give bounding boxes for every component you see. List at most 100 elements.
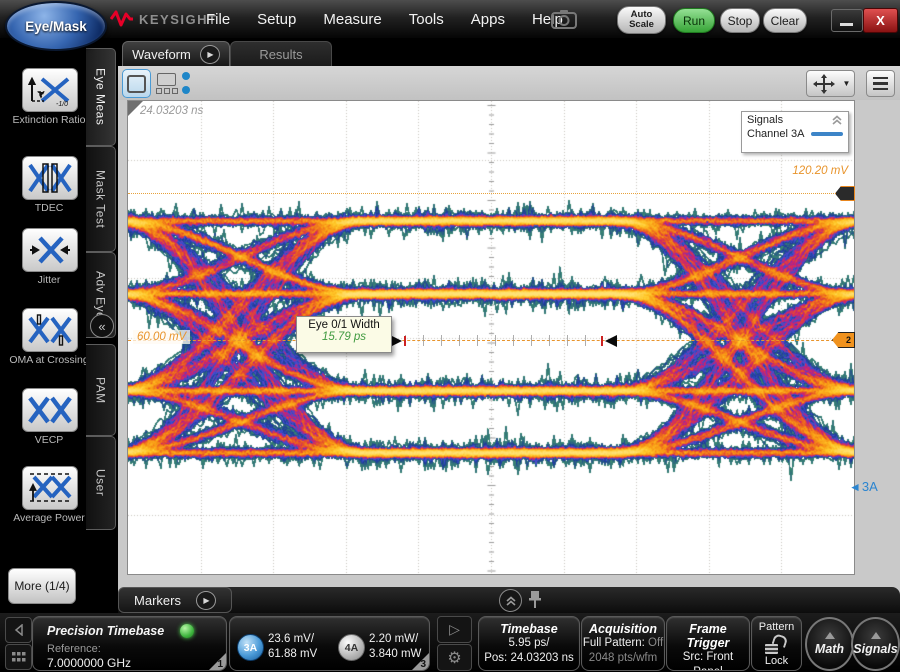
single-display-button[interactable] [122, 69, 151, 98]
stop-button[interactable]: Stop [720, 8, 760, 33]
tdec-label: TDEC [0, 202, 98, 214]
multi-display-button[interactable] [152, 69, 181, 98]
legend-collapse-icon[interactable] [831, 115, 843, 125]
sidebar-collapse-icon[interactable]: « [90, 314, 114, 338]
average-power-label: Average Power [0, 512, 98, 524]
precision-timebase-panel[interactable]: Precision Timebase Reference: 7.0000000 … [32, 616, 227, 671]
channel-scales-panel[interactable]: 3A 23.6 mV/ 61.88 mV 4A 2.20 mW/ 3.840 m… [229, 616, 430, 671]
channel-3a-badge[interactable]: 3A [237, 634, 264, 661]
signals-legend[interactable]: Signals Channel 3A [741, 111, 849, 153]
channel-ref-label: 3A [862, 479, 878, 494]
title-bar: KEYSIGHT File Setup Measure Tools Apps H… [0, 0, 900, 38]
minimize-icon [840, 23, 853, 26]
menu-setup[interactable]: Setup [257, 11, 296, 28]
menu-tools[interactable]: Tools [409, 11, 444, 28]
clear-button[interactable]: Clear [763, 8, 807, 33]
tab-mask-test[interactable]: Mask Test [86, 146, 116, 252]
run-button[interactable]: Run [673, 8, 715, 33]
signals-label: Signals [853, 642, 897, 656]
frame-trigger-source: Src: Front Panel [667, 650, 749, 671]
timebase-panel[interactable]: Timebase 5.95 ps/ Pos: 24.03203 ns [478, 616, 580, 671]
display-toolbar: ▼ [118, 66, 900, 100]
jitter-button[interactable] [22, 228, 78, 272]
acquisition-points: 2048 pts/wfm [582, 651, 664, 666]
math-label: Math [815, 642, 844, 656]
jitter-icon [28, 233, 72, 267]
markers-tab-label: Markers [134, 593, 181, 608]
markers-bar: Markers ▶ [118, 587, 900, 613]
acquisition-panel[interactable]: Acquisition Full Pattern: Off 2048 pts/w… [581, 616, 665, 671]
pan-tool-button[interactable] [806, 70, 841, 97]
toolbar-drag-handle[interactable] [182, 72, 190, 94]
waveform-play-icon[interactable]: ▶ [200, 45, 220, 64]
pan-tool-dropdown[interactable]: ▼ [839, 70, 855, 97]
app-mode-button[interactable]: Eye/Mask [5, 1, 107, 51]
measurement-sidebar: -1/0 Extinction Ratio TDEC Jitter [0, 38, 118, 613]
marker-1-line[interactable] [128, 193, 854, 194]
display-menu-icon[interactable] [866, 70, 895, 97]
keysight-logo: KEYSIGHT [110, 10, 217, 28]
settings-gear-icon[interactable]: ⚙ [437, 644, 472, 671]
oma-at-crossing-button[interactable] [22, 308, 78, 352]
markers-panel-tab[interactable]: Markers ▶ [118, 587, 232, 613]
math-up-arrow-icon [825, 632, 835, 639]
signals-button[interactable]: Signals [851, 617, 900, 671]
status-grid-icon[interactable] [5, 644, 32, 670]
marker-2-value-label: 60.00 mV [133, 330, 190, 344]
tab-user[interactable]: User [86, 436, 116, 530]
close-button[interactable]: X [863, 8, 898, 33]
svg-text:-1/0: -1/0 [56, 101, 68, 107]
channel-ref-arrow-icon: ◄ [849, 480, 861, 494]
channel-4a-badge[interactable]: 4A [338, 634, 365, 661]
menu-apps[interactable]: Apps [471, 11, 505, 28]
tab-waveform-view[interactable]: Waveform ▶ [122, 41, 230, 67]
eye-width-measure-ruler [405, 335, 602, 346]
timebase-title: Timebase [479, 622, 579, 636]
tab-results-view[interactable]: Results [230, 41, 332, 67]
category-tab-strip: Eye Meas Mask Test Adv Eye « PAM User [86, 38, 117, 613]
acquisition-run-icon[interactable]: ▷ [437, 616, 472, 643]
oma-at-crossing-icon [28, 313, 72, 347]
status-bar: Precision Timebase Reference: 7.0000000 … [0, 613, 900, 672]
screenshot-camera-icon[interactable] [550, 8, 578, 30]
menu-bar: File Setup Measure Tools Apps Help [206, 0, 563, 38]
plot-timebase-label: 24.03203 ns [140, 105, 203, 117]
pattern-lock-panel[interactable]: Pattern Lock [751, 616, 802, 671]
more-measurements-button[interactable]: More (1/4) [8, 568, 76, 604]
multi-display-icon [157, 73, 176, 86]
channel-3a-scale: 23.6 mV/ 61.88 mV [268, 632, 317, 662]
minimize-button[interactable] [831, 9, 863, 32]
status-nav-left-icon[interactable] [5, 617, 32, 643]
timebase-position: Pos: 24.03203 ns [479, 651, 579, 666]
view-tab-row: Waveform ▶ Results [118, 38, 900, 66]
legend-channel-label: Channel 3A [747, 128, 805, 140]
average-power-button[interactable] [22, 466, 78, 510]
markers-play-icon[interactable]: ▶ [196, 591, 216, 610]
oma-at-crossing-label: OMA at Crossing [0, 354, 98, 366]
acquisition-full-pattern: Full Pattern: Off [582, 636, 664, 651]
pin-icon[interactable] [528, 590, 542, 609]
expand-panel-icon[interactable] [499, 589, 522, 612]
tdec-icon [28, 161, 72, 195]
frame-trigger-panel[interactable]: Frame Trigger Src: Front Panel Clock/Div… [666, 616, 750, 671]
menu-file[interactable]: File [206, 11, 230, 28]
legend-title: Signals [747, 114, 783, 126]
auto-scale-button[interactable]: Auto Scale [617, 6, 666, 34]
unlocked-padlock-icon [765, 635, 787, 655]
precision-timebase-reference-label: Reference: [47, 643, 101, 655]
math-button[interactable]: Math [805, 617, 854, 671]
keysight-spark-icon [110, 10, 134, 28]
extinction-ratio-button[interactable]: -1/0 [22, 68, 78, 112]
menu-measure[interactable]: Measure [323, 11, 381, 28]
tab-eye-meas[interactable]: Eye Meas [86, 48, 116, 146]
vecp-button[interactable] [22, 388, 78, 432]
timebase-scale: 5.95 ps/ [479, 636, 579, 651]
precision-timebase-title: Precision Timebase [47, 624, 164, 638]
tdec-button[interactable] [22, 156, 78, 200]
waveform-tab-label: Waveform [132, 47, 191, 62]
precision-timebase-page: 1 [217, 659, 223, 670]
channel-3a-reference-marker[interactable]: ◄ 3A [849, 479, 878, 494]
precision-timebase-frequency: 7.0000000 GHz [47, 656, 131, 670]
tab-pam[interactable]: PAM [86, 344, 116, 436]
frame-trigger-title: Frame Trigger [667, 622, 749, 650]
